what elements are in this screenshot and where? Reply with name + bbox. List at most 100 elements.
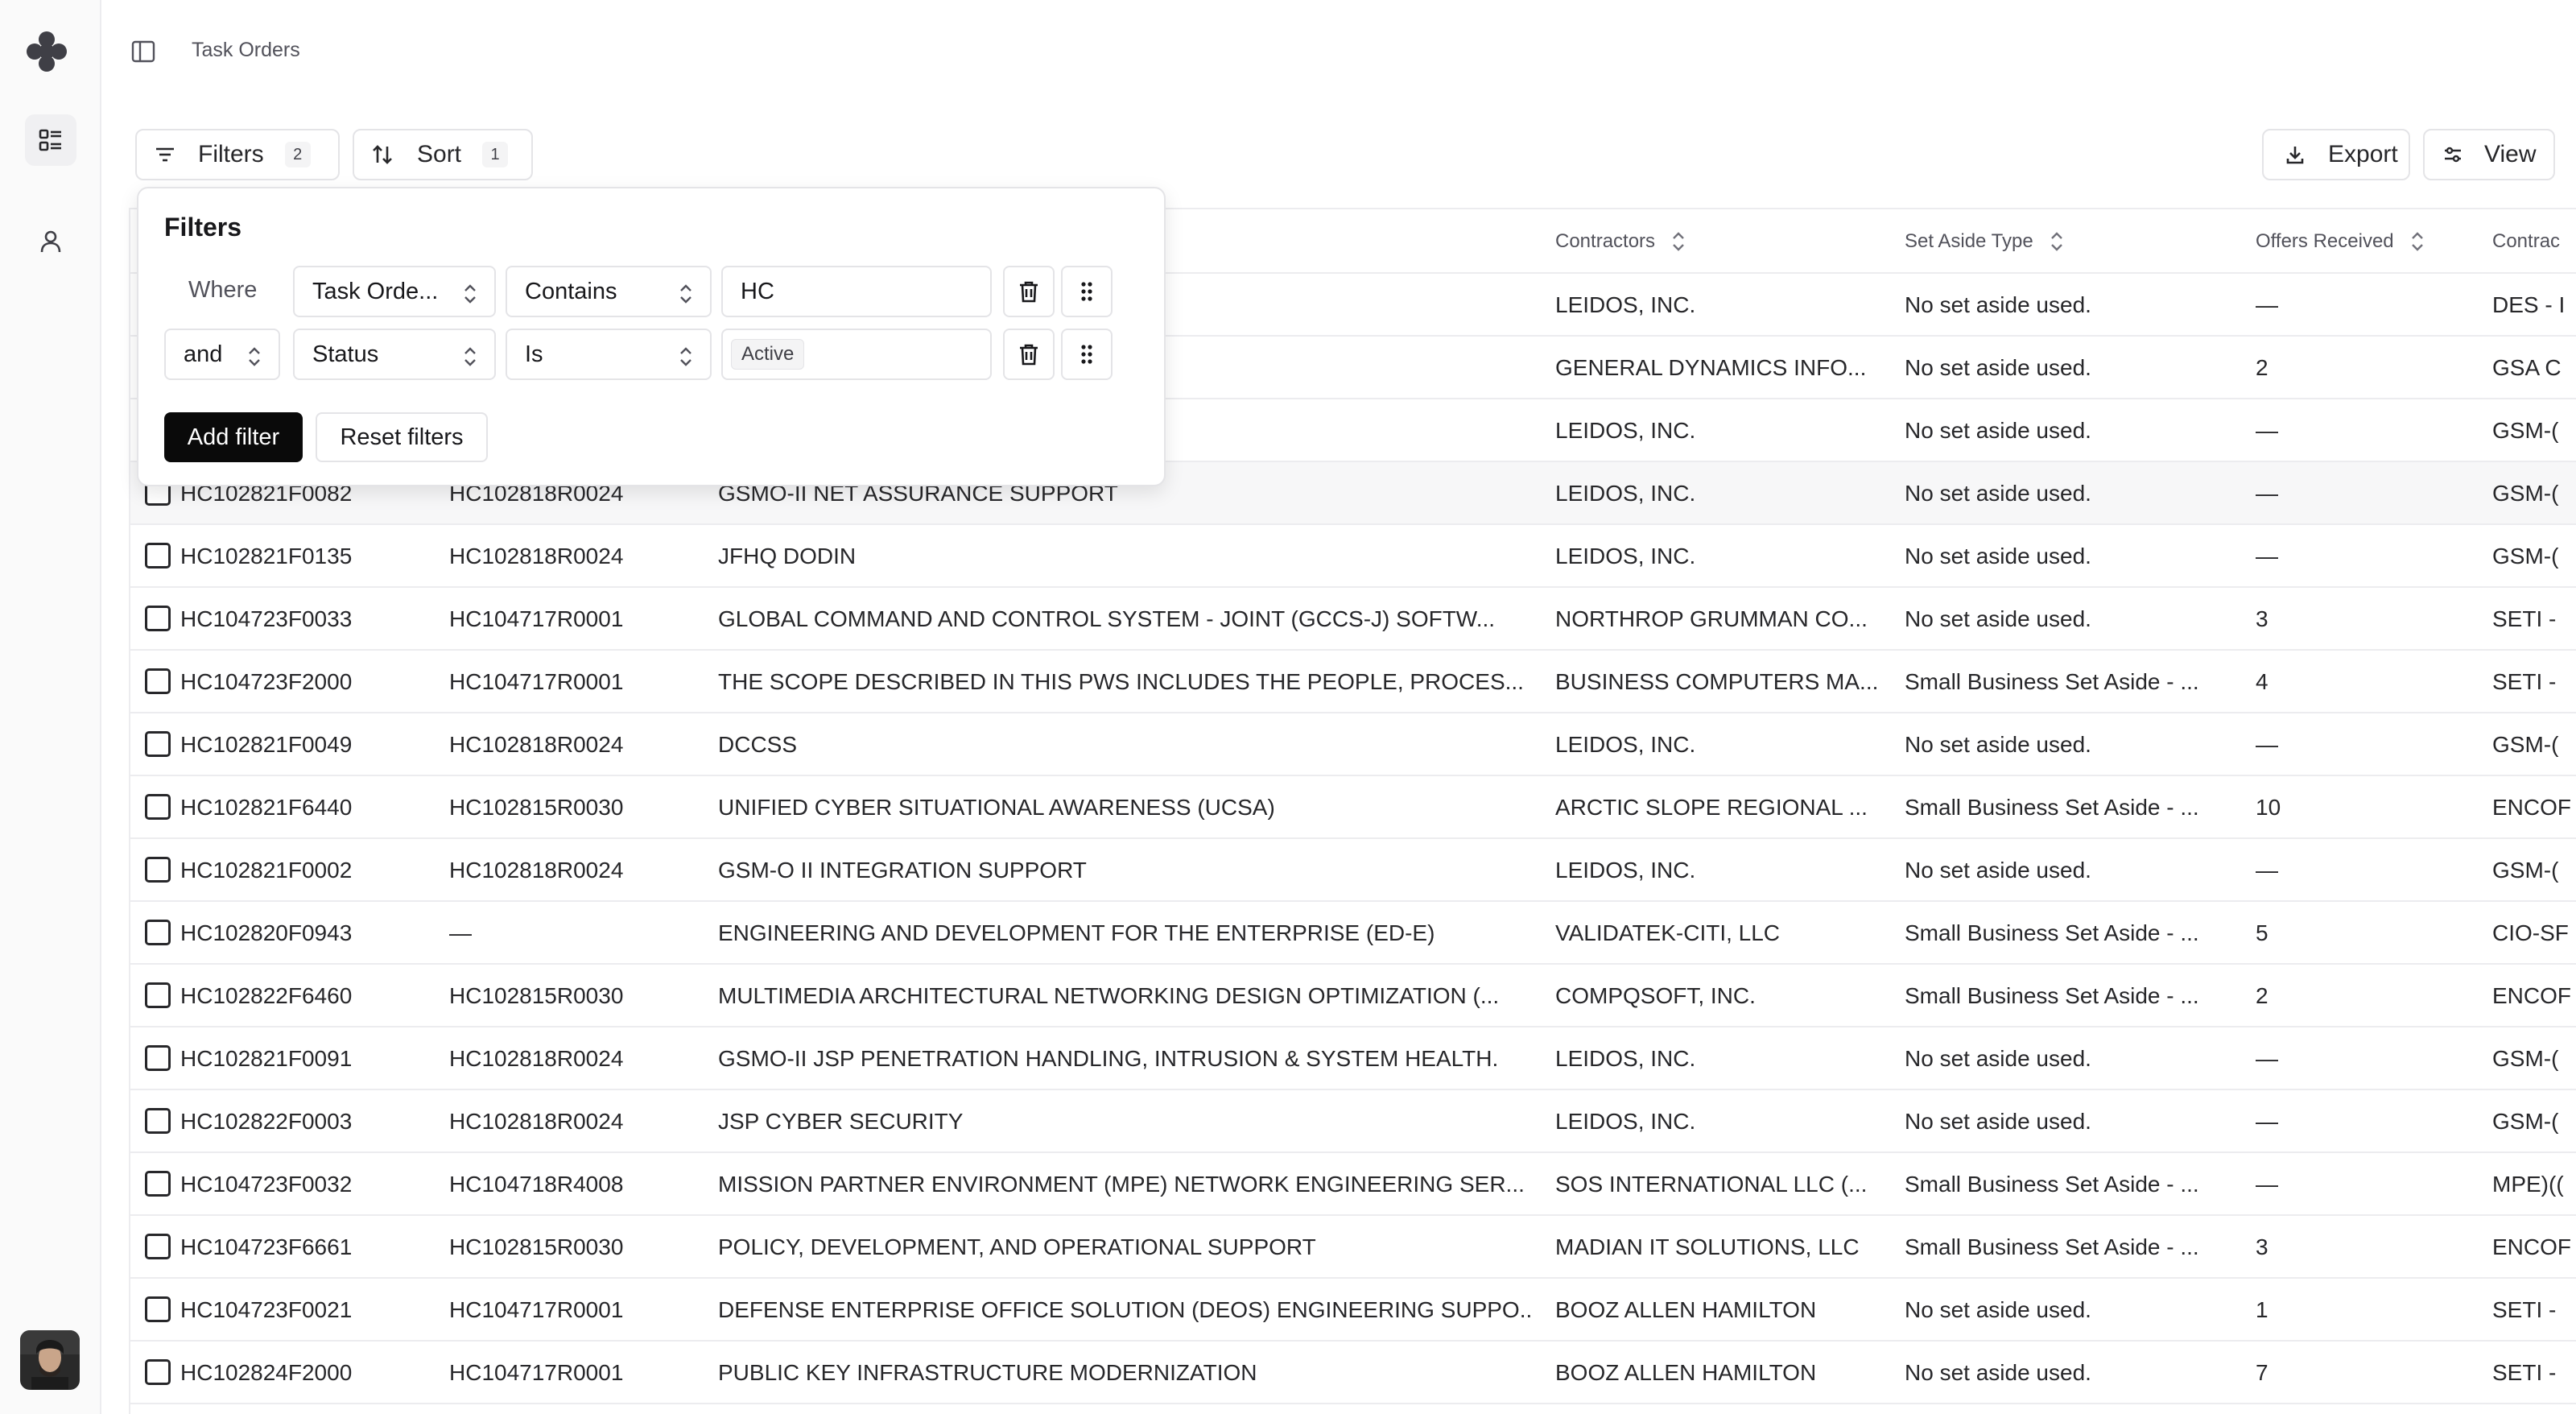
sort-button[interactable]: Sort 1 [353, 129, 533, 180]
cell-solicitation-id: HC102818R0024 [449, 1109, 624, 1134]
cell-contract-vehicle: GSM-( [2492, 1109, 2559, 1134]
trash-icon [1020, 344, 1038, 366]
export-button[interactable]: Export [2262, 129, 2410, 180]
column-header-offers-received[interactable]: Offers Received [2256, 209, 2426, 274]
filter-value-select[interactable]: Active [721, 329, 992, 380]
delete-filter-button[interactable] [1003, 266, 1055, 317]
cell-contractor: ARCTIC SLOPE REGIONAL ... [1555, 795, 1868, 820]
column-header-set-aside-type[interactable]: Set Aside Type [1905, 209, 2066, 274]
filter-operator-value: Is [525, 341, 543, 367]
row-select-checkbox[interactable] [145, 731, 171, 757]
column-header-contractors[interactable]: Contractors [1555, 209, 1687, 274]
table-row[interactable]: HC102821F0049 HC102818R0024 DCCSS LEIDOS, I… [130, 713, 2576, 776]
cell-offers-received: — [2256, 481, 2278, 506]
table-row[interactable]: HC102820F0943 — ENGINEERING AND DEVELOPMEN… [130, 902, 2576, 965]
column-header-contract-vehicle[interactable]: Contrac [2492, 209, 2560, 274]
cell-contractor: SOS INTERNATIONAL LLC (... [1555, 1172, 1868, 1197]
row-select-checkbox[interactable] [145, 794, 171, 820]
filter-operator-select[interactable]: Contains [506, 266, 712, 317]
cell-offers-received: 1 [2256, 1297, 2268, 1322]
table-row[interactable]: HC104723F2000 HC104717R0001 THE SCOPE DESC… [130, 651, 2576, 713]
cell-contractor: COMPQSOFT, INC. [1555, 983, 1756, 1008]
cell-title: THE SCOPE DESCRIBED IN THIS PWS INCLUDES… [718, 669, 1524, 694]
chevron-up-down-icon [249, 347, 260, 366]
table-row[interactable]: HC102822F6460 HC102815R0030 MULTIMEDIA ARC… [130, 965, 2576, 1027]
toggle-sidebar-button[interactable] [129, 37, 158, 66]
row-select-checkbox[interactable] [145, 1171, 171, 1197]
filters-count-badge: 2 [284, 142, 311, 167]
nav-task-orders-button[interactable] [25, 114, 76, 166]
table-row[interactable]: HC102821F6440 HC102815R0030 UNIFIED CYBER … [130, 776, 2576, 839]
cell-solicitation-id: HC102818R0024 [449, 1046, 624, 1071]
table-row[interactable]: HC102822F0003 HC102818R0024 JSP CYBER SECU… [130, 1090, 2576, 1153]
cell-contractor: MADIAN IT SOLUTIONS, LLC [1555, 1234, 1860, 1259]
sort-arrows-icon [370, 143, 394, 167]
drag-filter-handle[interactable] [1061, 329, 1113, 380]
cell-title: UNIFIED CYBER SITUATIONAL AWARENESS (UCS… [718, 795, 1275, 820]
row-select-checkbox[interactable] [145, 857, 171, 883]
row-select-checkbox[interactable] [145, 606, 171, 631]
breadcrumb[interactable]: Task Orders [192, 39, 300, 62]
filters-popover: Filters Where Task Orde... Contains HC a… [137, 187, 1166, 486]
filter-field-select[interactable]: Task Orde... [293, 266, 496, 317]
filter-field-value: Status [312, 341, 379, 367]
panel-left-icon [131, 40, 155, 63]
cell-contractor: GENERAL DYNAMICS INFO... [1555, 355, 1867, 380]
row-select-checkbox[interactable] [145, 1234, 171, 1259]
cell-contractor: LEIDOS, INC. [1555, 732, 1696, 757]
filter-operator-select[interactable]: Is [506, 329, 712, 380]
cell-contractor: LEIDOS, INC. [1555, 292, 1696, 317]
view-button[interactable]: View [2423, 129, 2555, 180]
row-select-checkbox[interactable] [145, 543, 171, 568]
sort-toggle-icon [1673, 232, 1684, 251]
cell-set-aside-type: Small Business Set Aside - ... [1905, 669, 2199, 694]
cell-contract-vehicle: GSM-( [2492, 544, 2559, 568]
table-row[interactable]: HC104723F0032 HC104718R4008 MISSION PARTNE… [130, 1153, 2576, 1216]
filters-button[interactable]: Filters 2 [135, 129, 340, 180]
table-row[interactable]: HC104723F0021 HC104717R0001 DEFENSE ENTERP… [130, 1279, 2576, 1342]
app-logo-icon[interactable] [24, 29, 69, 74]
row-select-checkbox[interactable] [145, 982, 171, 1008]
cell-contractor: LEIDOS, INC. [1555, 544, 1696, 568]
table-row[interactable]: HC104723F6661 HC102815R0030 POLICY, DEVELO… [130, 1216, 2576, 1279]
cell-title: DCCSS [718, 732, 798, 757]
row-select-checkbox[interactable] [145, 1045, 171, 1071]
cell-set-aside-type: No set aside used. [1905, 418, 2091, 443]
drag-filter-handle[interactable] [1061, 266, 1113, 317]
row-select-checkbox[interactable] [145, 1359, 171, 1385]
row-select-checkbox[interactable] [145, 668, 171, 694]
cell-set-aside-type: No set aside used. [1905, 1297, 2091, 1322]
table-row[interactable]: HC104723F0033 HC104717R0001 GLOBAL COMMAND… [130, 588, 2576, 651]
table-row[interactable]: HC102824F2000 HC104717R0001 PUBLIC KEY INF… [130, 1342, 2576, 1404]
reset-filters-button[interactable]: Reset filters [316, 412, 488, 462]
cell-title: ENGINEERING AND DEVELOPMENT FOR THE ENTE… [718, 920, 1435, 945]
filters-popover-title: Filters [164, 213, 242, 242]
filter-value-input[interactable]: HC [721, 266, 992, 317]
filter-field-select[interactable]: Status [293, 329, 496, 380]
delete-filter-button[interactable] [1003, 329, 1055, 380]
grip-vertical-icon [1081, 345, 1092, 364]
avatar[interactable] [20, 1330, 80, 1390]
table-row[interactable]: HC102821F0135 HC102818R0024 JFHQ DODIN LEID… [130, 525, 2576, 588]
add-filter-button[interactable]: Add filter [164, 412, 303, 462]
filter-lines-icon [153, 143, 177, 167]
cell-offers-received: — [2256, 1109, 2278, 1134]
cell-solicitation-id: HC104717R0001 [449, 606, 624, 631]
row-select-checkbox[interactable] [145, 1296, 171, 1322]
nav-profile-button[interactable] [25, 216, 76, 267]
cell-offers-received: — [2256, 292, 2278, 317]
row-select-checkbox[interactable] [145, 920, 171, 945]
cell-task-order-id: HC104723F0033 [180, 606, 353, 631]
table-row[interactable]: HC102821F0091 HC102818R0024 GSMO-II JSP PE… [130, 1027, 2576, 1090]
cell-contract-vehicle: GSM-( [2492, 1046, 2559, 1071]
filter-connector-select[interactable]: and [164, 329, 280, 380]
table-row[interactable]: HC102821F0002 HC102818R0024 GSM-O II INTEG… [130, 839, 2576, 902]
trash-icon [1020, 281, 1038, 303]
cell-contract-vehicle: ENCOF [2492, 1234, 2571, 1259]
cell-contract-vehicle: GSM-( [2492, 858, 2559, 883]
cell-title: POLICY, DEVELOPMENT, AND OPERATIONAL SUP… [718, 1234, 1316, 1259]
row-select-checkbox[interactable] [145, 1108, 171, 1134]
cell-contract-vehicle: SETI - [2492, 669, 2557, 694]
export-label: Export [2328, 141, 2398, 167]
cell-contract-vehicle: SETI - [2492, 606, 2557, 631]
